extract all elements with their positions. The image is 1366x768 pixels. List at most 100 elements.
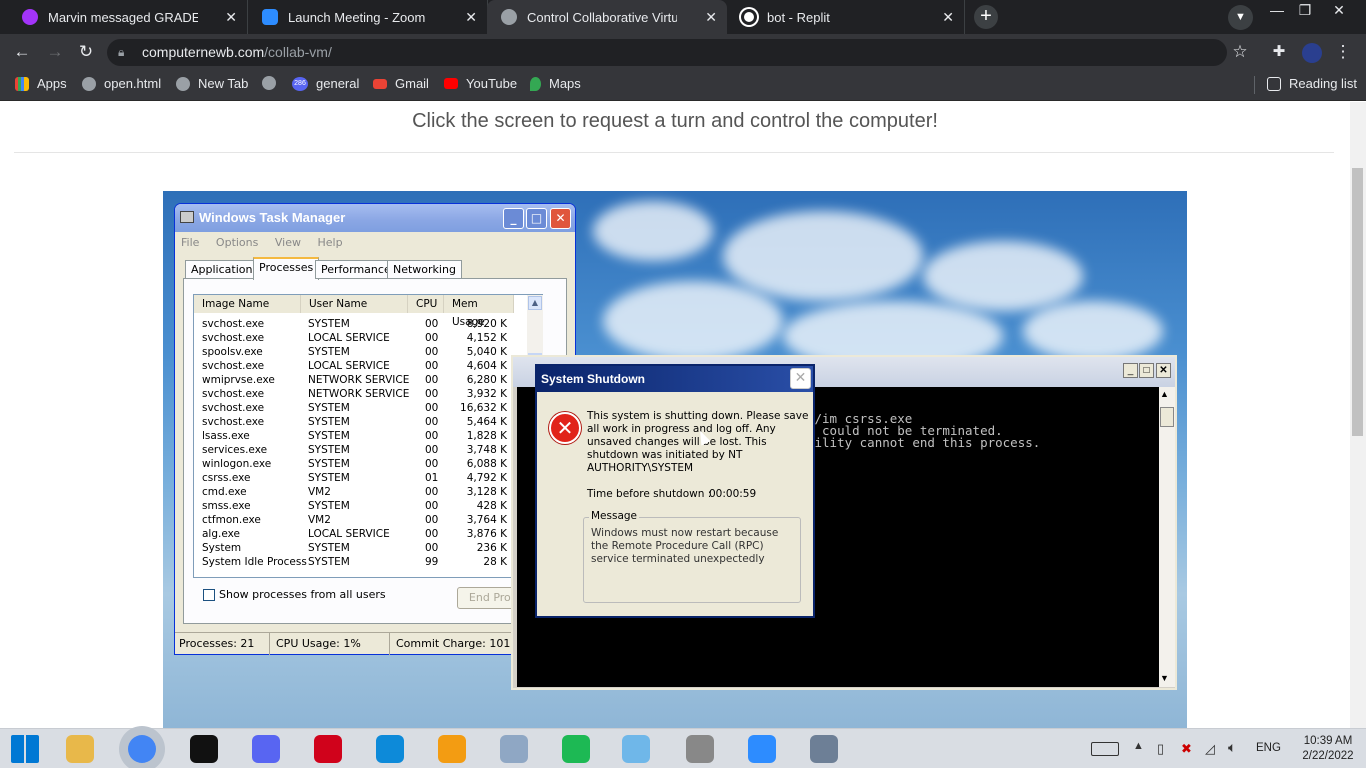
close-button[interactable]: ✕ — [790, 368, 811, 389]
column-image-name[interactable]: Image Name — [194, 295, 301, 313]
edge-icon[interactable] — [376, 735, 404, 763]
minimize-button[interactable]: _ — [1123, 363, 1138, 378]
minimize-button[interactable]: — — [1262, 2, 1292, 18]
scroll-down-icon[interactable]: ▼ — [1160, 673, 1169, 683]
tab-zoom[interactable]: Launch Meeting - Zoom ✕ — [248, 0, 488, 34]
network-warning-icon[interactable]: ✖ — [1181, 741, 1192, 757]
dialog-title[interactable]: System Shutdown — [537, 366, 813, 392]
maximize-button[interactable]: □ — [1139, 363, 1154, 378]
volume-app-icon[interactable] — [686, 735, 714, 763]
bookmark-star-icon[interactable]: ☆ — [1229, 42, 1251, 62]
cell-cpu: 00 — [425, 416, 439, 428]
table-row[interactable]: wmiprvse.exe NETWORK SERVICE 00 6,280 K — [194, 373, 529, 387]
bookmark-open-html[interactable]: open.html — [82, 76, 161, 91]
bookmark-gmail[interactable]: Gmail — [373, 76, 429, 91]
file-explorer-icon[interactable] — [66, 735, 94, 763]
terminal-icon[interactable] — [190, 735, 218, 763]
table-row[interactable]: svchost.exe SYSTEM 00 8,920 K — [194, 317, 529, 331]
keyboard-icon[interactable] — [1091, 742, 1119, 756]
scroll-thumb[interactable] — [1160, 407, 1174, 427]
opera-icon[interactable] — [314, 735, 342, 763]
table-row[interactable]: winlogon.exe SYSTEM 00 6,088 K — [194, 457, 529, 471]
page-scrollbar-thumb[interactable] — [1352, 168, 1363, 436]
tab-search-button[interactable]: ▼ — [1228, 5, 1253, 30]
profile-avatar[interactable] — [1302, 43, 1322, 63]
tab-performance[interactable]: Performance — [315, 260, 397, 279]
close-button[interactable]: ✕ — [550, 208, 571, 229]
forward-icon[interactable]: → — [44, 42, 66, 62]
table-row[interactable]: spoolsv.exe SYSTEM 00 5,040 K — [194, 345, 529, 359]
table-row[interactable]: svchost.exe SYSTEM 00 16,632 K — [194, 401, 529, 415]
discord-icon[interactable] — [252, 735, 280, 763]
close-button[interactable]: ✕ — [1156, 363, 1171, 378]
tab-replit[interactable]: bot - Replit ✕ — [727, 0, 965, 34]
table-row[interactable]: services.exe SYSTEM 00 3,748 K — [194, 443, 529, 457]
chrome-icon[interactable] — [128, 735, 156, 763]
menu-help[interactable]: Help — [317, 236, 342, 249]
menu-view[interactable]: View — [275, 236, 301, 249]
vmware-icon[interactable] — [438, 735, 466, 763]
table-row[interactable]: csrss.exe SYSTEM 01 4,792 K — [194, 471, 529, 485]
close-icon[interactable]: ✕ — [942, 9, 954, 26]
column-mem-usage[interactable]: Mem Usage — [444, 295, 514, 328]
checkbox[interactable] — [203, 588, 215, 601]
wifi-icon[interactable]: ◿ — [1205, 741, 1215, 757]
column-cpu[interactable]: CPU — [408, 295, 444, 313]
tab-messenger[interactable]: Marvin messaged GRADE 6 - JOY ✕ — [8, 0, 248, 34]
bookmark-globe[interactable] — [262, 76, 284, 90]
bookmark-maps[interactable]: Maps — [530, 76, 581, 91]
bookmark-label: Gmail — [395, 76, 429, 91]
table-row[interactable]: smss.exe SYSTEM 00 428 K — [194, 499, 529, 513]
restore-button[interactable]: ❐ — [1290, 2, 1320, 19]
lock-icon[interactable]: 🔒︎ — [118, 45, 124, 60]
minimize-button[interactable]: _ — [503, 208, 524, 229]
menu-icon[interactable]: ⋮ — [1332, 42, 1354, 62]
table-row[interactable]: System Idle Process SYSTEM 99 28 K — [194, 555, 529, 569]
table-row[interactable]: lsass.exe SYSTEM 00 1,828 K — [194, 429, 529, 443]
table-row[interactable]: alg.exe LOCAL SERVICE 00 3,876 K — [194, 527, 529, 541]
table-row[interactable]: cmd.exe VM2 00 3,128 K — [194, 485, 529, 499]
clock[interactable]: 10:39 AM 2/22/2022 — [1292, 734, 1364, 764]
language-indicator[interactable]: ENG — [1256, 742, 1281, 754]
extensions-icon[interactable]: ✚ — [1268, 42, 1290, 60]
reload-icon[interactable]: ↻ — [75, 42, 97, 62]
url-text[interactable]: computernewb.com/collab-vm/ — [142, 44, 332, 60]
tab-processes[interactable]: Processes — [253, 257, 320, 280]
table-row[interactable]: ctfmon.exe VM2 00 3,764 K — [194, 513, 529, 527]
reading-list[interactable]: Reading list — [1267, 76, 1357, 91]
maximize-button[interactable]: □ — [526, 208, 547, 229]
tab-collab-vm[interactable]: Control Collaborative Virtual Mac ✕ — [487, 0, 727, 34]
new-tab-button[interactable]: + — [974, 5, 998, 29]
task-manager-icon[interactable] — [810, 735, 838, 763]
menu-file[interactable]: File — [181, 236, 199, 249]
notepad-icon[interactable] — [622, 735, 650, 763]
scroll-up-icon[interactable]: ▲ — [528, 296, 542, 310]
zoom-icon[interactable] — [748, 735, 776, 763]
table-row[interactable]: svchost.exe NETWORK SERVICE 00 3,932 K — [194, 387, 529, 401]
close-window-button[interactable]: ✕ — [1324, 2, 1354, 19]
menu-options[interactable]: Options — [216, 236, 258, 249]
console-scrollbar[interactable]: ▲ ▼ — [1159, 387, 1175, 687]
spotify-icon[interactable] — [562, 735, 590, 763]
volume-icon[interactable]: 🔈︎ — [1228, 739, 1236, 756]
scroll-up-icon[interactable]: ▲ — [1160, 389, 1169, 399]
show-all-processes[interactable]: Show processes from all users — [203, 588, 386, 601]
bookmark-youtube[interactable]: YouTube — [444, 76, 517, 91]
table-row[interactable]: svchost.exe LOCAL SERVICE 00 4,604 K — [194, 359, 529, 373]
close-icon[interactable]: ✕ — [465, 9, 477, 26]
bookmark-apps[interactable]: Apps — [15, 76, 67, 91]
windows-start-icon[interactable] — [11, 735, 39, 763]
table-row[interactable]: svchost.exe SYSTEM 00 5,464 K — [194, 415, 529, 429]
bookmark-general[interactable]: 286 general — [292, 76, 359, 91]
table-row[interactable]: System SYSTEM 00 236 K — [194, 541, 529, 555]
back-icon[interactable]: ← — [11, 42, 33, 62]
battery-icon[interactable]: ▯ — [1157, 741, 1164, 757]
paint-icon[interactable] — [500, 735, 528, 763]
bookmark-new-tab[interactable]: New Tab — [176, 76, 248, 91]
tab-networking[interactable]: Networking — [387, 260, 462, 279]
chevron-up-icon[interactable]: ▲ — [1133, 740, 1144, 752]
close-icon[interactable]: ✕ — [225, 9, 237, 26]
close-icon[interactable]: ✕ — [705, 9, 717, 26]
table-row[interactable]: svchost.exe LOCAL SERVICE 00 4,152 K — [194, 331, 529, 345]
column-user-name[interactable]: User Name — [301, 295, 408, 313]
